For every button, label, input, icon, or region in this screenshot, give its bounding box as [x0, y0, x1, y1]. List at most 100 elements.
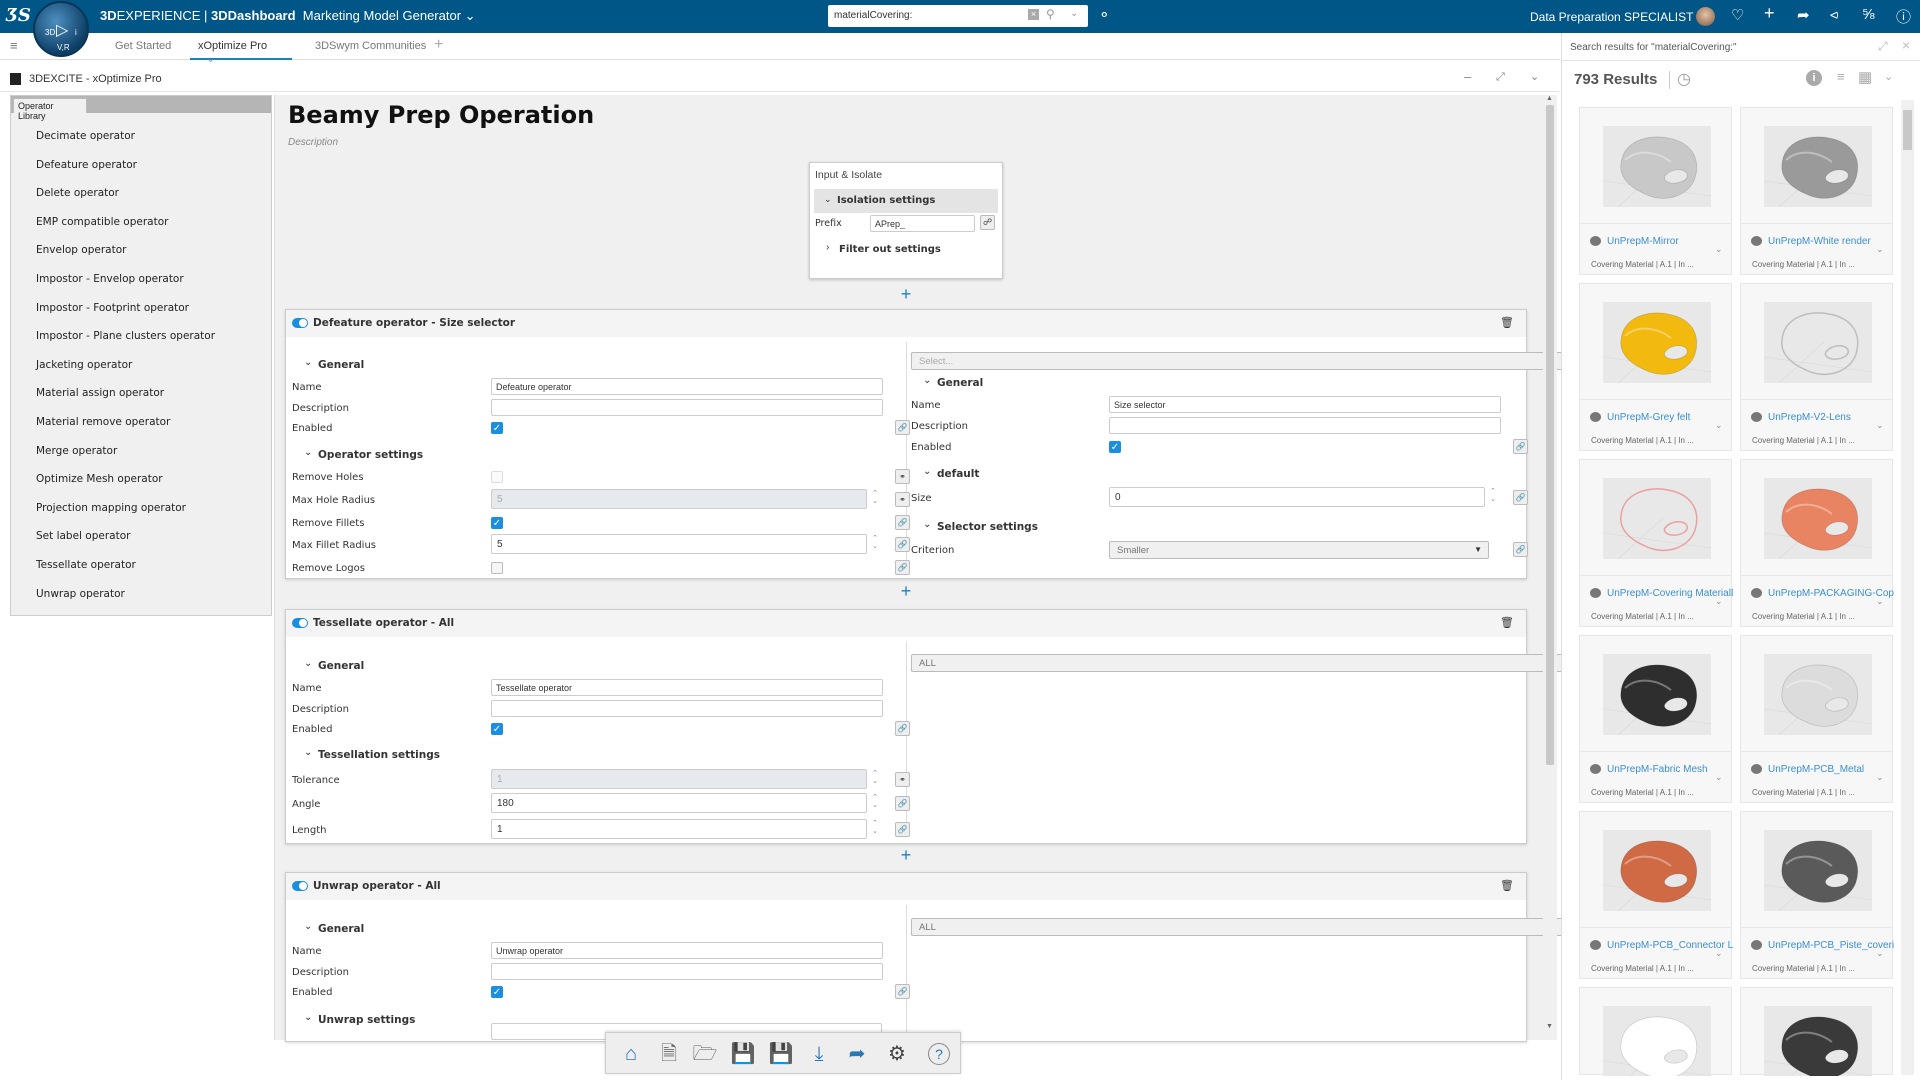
history-icon[interactable]: ◷ — [1677, 69, 1691, 89]
open-folder-icon[interactable]: 🗁 — [692, 1041, 718, 1067]
search-input[interactable]: materialCovering: × ⚲ ⌄ — [828, 5, 1088, 27]
number-input[interactable] — [491, 793, 867, 813]
add-operator-button[interactable]: + — [896, 845, 916, 866]
prefix-input[interactable] — [870, 215, 975, 232]
expand-icon[interactable]: ⤢ — [1496, 71, 1505, 84]
chevron-down-icon[interactable]: ⌄ — [923, 466, 931, 477]
number-input[interactable] — [491, 769, 867, 789]
number-input[interactable] — [491, 489, 867, 509]
number-input[interactable] — [491, 819, 867, 839]
number-stepper[interactable]: ⌃ ⌄ — [868, 535, 882, 553]
tab-xoptimize-pro[interactable]: xOptimize Pro ⌄ — [190, 33, 292, 65]
isolation-settings-header[interactable]: ⌄ Isolation settings — [814, 189, 998, 213]
user-role[interactable]: Data Preparation SPECIALIST — [1530, 10, 1693, 24]
section-header[interactable]: default — [937, 468, 979, 480]
link-icon[interactable]: 🔗 — [895, 984, 910, 999]
save-icon[interactable]: 💾 — [730, 1041, 756, 1067]
trash-icon[interactable]: 🗑 — [1500, 616, 1514, 629]
chevron-down-icon[interactable]: ⌄ — [1530, 70, 1539, 83]
operator-item[interactable]: Merge operator — [36, 445, 117, 457]
chevron-down-icon[interactable]: ⌄ — [465, 8, 476, 23]
text-input[interactable] — [491, 700, 883, 717]
tab-3dswym-communities[interactable]: 3DSwym Communities — [315, 40, 426, 52]
scrollbar-thumb[interactable] — [1546, 105, 1554, 765]
results-scrollbar[interactable] — [1901, 100, 1914, 1075]
add-icon[interactable]: + — [1764, 3, 1775, 24]
chevron-down-icon[interactable]: ⌄ — [1070, 8, 1078, 19]
section-header[interactable]: Tessellation settings — [318, 749, 440, 761]
chevron-down-icon[interactable]: ⌄ — [1715, 244, 1723, 255]
chevron-down-icon[interactable]: ⌄ — [304, 447, 312, 458]
number-stepper[interactable]: ⌃ ⌄ — [868, 794, 882, 812]
chevron-down-icon[interactable]: ⌄ — [304, 658, 312, 669]
checkbox[interactable]: ✓ — [491, 422, 503, 434]
text-input[interactable] — [491, 399, 883, 416]
number-stepper[interactable]: ⌃ ⌄ — [868, 490, 882, 508]
operator-item[interactable]: Set label operator — [36, 530, 130, 542]
save-as-icon[interactable]: 💾 — [768, 1041, 794, 1067]
result-thumbnail[interactable] — [1602, 478, 1712, 560]
menu-icon[interactable]: ≡ — [10, 38, 18, 53]
link-icon[interactable]: 🔗 — [895, 560, 910, 575]
result-card[interactable]: UnPrepM-White render ⌄ Covering Material |… — [1740, 107, 1893, 275]
trash-icon[interactable]: 🗑 — [1500, 879, 1514, 892]
download-icon[interactable]: ⤓ — [806, 1041, 832, 1067]
operator-item[interactable]: Envelop operator — [36, 244, 126, 256]
result-thumbnail[interactable] — [1602, 830, 1712, 912]
text-input[interactable] — [1109, 396, 1501, 413]
result-card[interactable]: UnPrepM-PACKAGING-Copper⌄Covering Materi… — [1740, 459, 1894, 627]
operator-item[interactable]: Optimize Mesh operator — [36, 473, 163, 485]
share-icon[interactable]: ➦ — [1797, 6, 1810, 24]
operator-item[interactable]: Jacketing operator — [36, 359, 132, 371]
expand-icon[interactable]: ⤢ — [1878, 39, 1888, 54]
page-description[interactable]: Description — [288, 137, 338, 148]
section-header[interactable]: Selector settings — [937, 521, 1038, 533]
add-operator-button[interactable]: + — [896, 284, 916, 305]
search-icon[interactable]: ⚲ — [1046, 7, 1055, 21]
operator-item[interactable]: Material remove operator — [36, 416, 170, 428]
result-card[interactable] — [1579, 987, 1732, 1080]
section-header[interactable]: Unwrap settings — [318, 1014, 415, 1026]
operator-item[interactable]: EMP compatible operator — [36, 216, 168, 228]
add-operator-button[interactable]: + — [896, 581, 916, 602]
chevron-down-icon[interactable]: ⌄ — [304, 747, 312, 758]
chevron-down-icon[interactable]: ⌄ — [1876, 420, 1884, 431]
chevron-down-icon[interactable]: ⌄ — [304, 1012, 312, 1023]
chevron-down-icon[interactable]: ⌄ — [1715, 948, 1723, 959]
checkbox[interactable] — [491, 562, 503, 574]
enable-toggle[interactable] — [292, 881, 308, 891]
section-header[interactable]: General — [937, 377, 983, 389]
info-icon[interactable]: i — [1806, 70, 1822, 86]
compass-icon[interactable]: 3D V,R i ▷ — [33, 1, 89, 57]
link-icon[interactable]: 🔗 — [1513, 490, 1528, 505]
result-card[interactable]: UnPrepM-PCB_Connector Lo ⌄ Covering Materi… — [1579, 811, 1733, 979]
grid-view-icon[interactable]: ▦ — [1858, 68, 1872, 86]
chevron-down-icon[interactable]: ⌄ — [1876, 244, 1884, 255]
unlink-icon[interactable]: ⚭ — [895, 469, 910, 484]
operator-item[interactable]: Delete operator — [36, 187, 119, 199]
link-icon[interactable]: 🔗 — [895, 537, 910, 552]
3ds-logo-icon[interactable]: ƷS — [6, 5, 31, 26]
link-icon[interactable]: 🔗 — [895, 420, 910, 435]
chevron-down-icon[interactable]: ⌄ — [1884, 70, 1893, 83]
checkbox[interactable] — [491, 471, 503, 483]
operator-item[interactable]: Decimate operator — [36, 130, 135, 142]
link-icon[interactable]: 🔗 — [1513, 439, 1528, 454]
unlink-icon[interactable]: ⚭ — [895, 492, 910, 507]
result-card[interactable]: UnPrepM-Mirror ⌄ Covering Material | A.1 |… — [1579, 107, 1732, 275]
text-input[interactable] — [491, 963, 883, 980]
chevron-down-icon[interactable]: ⌄ — [1715, 772, 1723, 783]
link-icon[interactable]: 🔗 — [895, 796, 910, 811]
section-header[interactable]: General — [318, 660, 364, 672]
app-title[interactable]: 3DEXPERIENCE | 3DDashboard Marketing Mod… — [100, 8, 476, 24]
link-icon[interactable]: 🔗 — [895, 822, 910, 837]
chevron-down-icon[interactable]: ⌄ — [1876, 596, 1884, 607]
chevron-down-icon[interactable]: ⌄ — [304, 357, 312, 368]
result-card[interactable]: UnPrepM-PCB_Piste_covering ⌄ Covering Mate… — [1740, 811, 1894, 979]
tag-icon[interactable]: ⚬ — [1098, 6, 1111, 24]
scroll-up-icon[interactable]: ▲ — [1546, 95, 1553, 102]
scroll-down-icon[interactable]: ▼ — [1546, 1023, 1553, 1030]
link-icon[interactable]: 🔗 — [1513, 542, 1528, 557]
chevron-right-icon[interactable]: › — [826, 242, 829, 253]
text-input[interactable] — [491, 942, 883, 959]
